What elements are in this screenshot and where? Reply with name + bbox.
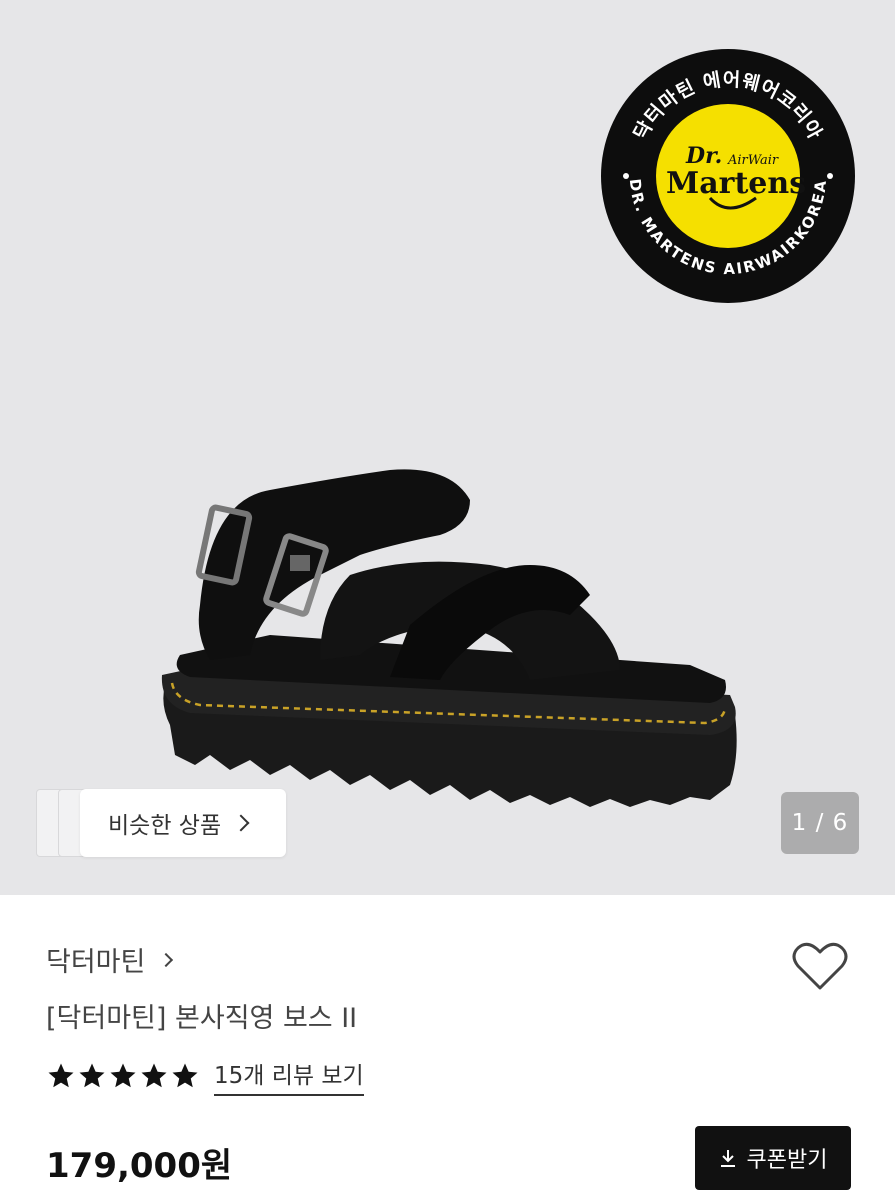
review-link[interactable]: 15개 리뷰 보기: [214, 1056, 364, 1096]
brand-name: 닥터마틴: [46, 947, 146, 978]
product-title: [닥터마틴] 본사직영 보스 II: [46, 1003, 358, 1034]
similar-products-label: 비슷한 상품: [108, 813, 222, 839]
star-icon: [48, 1063, 74, 1088]
star-icon: [79, 1063, 105, 1088]
similar-products-button[interactable]: 비슷한 상품: [80, 789, 286, 857]
chevron-right-icon: [232, 814, 250, 832]
coupon-label: 쿠폰받기: [746, 1148, 828, 1173]
rating-row: 15개 리뷰 보기: [46, 1056, 364, 1096]
chevron-right-icon: [159, 952, 174, 967]
rating-stars: [46, 1061, 200, 1091]
image-counter: 1 / 6: [781, 792, 859, 854]
star-icon: [172, 1063, 198, 1088]
download-icon: [720, 1150, 735, 1167]
star-icon: [110, 1063, 136, 1088]
badge-logo-martens: Martens: [666, 166, 806, 201]
heart-icon[interactable]: [792, 940, 848, 992]
sandal-product-photo: [161, 469, 737, 807]
star-icon: [141, 1063, 167, 1088]
brand-link[interactable]: 닥터마틴: [46, 940, 174, 979]
coupon-button[interactable]: 쿠폰받기: [695, 1126, 851, 1190]
product-image-gallery[interactable]: 닥터마틴 에어웨어코리아 DR. MARTENS AIRWAIRKOREA Dr…: [0, 0, 895, 895]
product-price: 179,000원: [46, 1146, 233, 1186]
brand-badge: 닥터마틴 에어웨어코리아 DR. MARTENS AIRWAIRKOREA Dr…: [601, 49, 855, 303]
